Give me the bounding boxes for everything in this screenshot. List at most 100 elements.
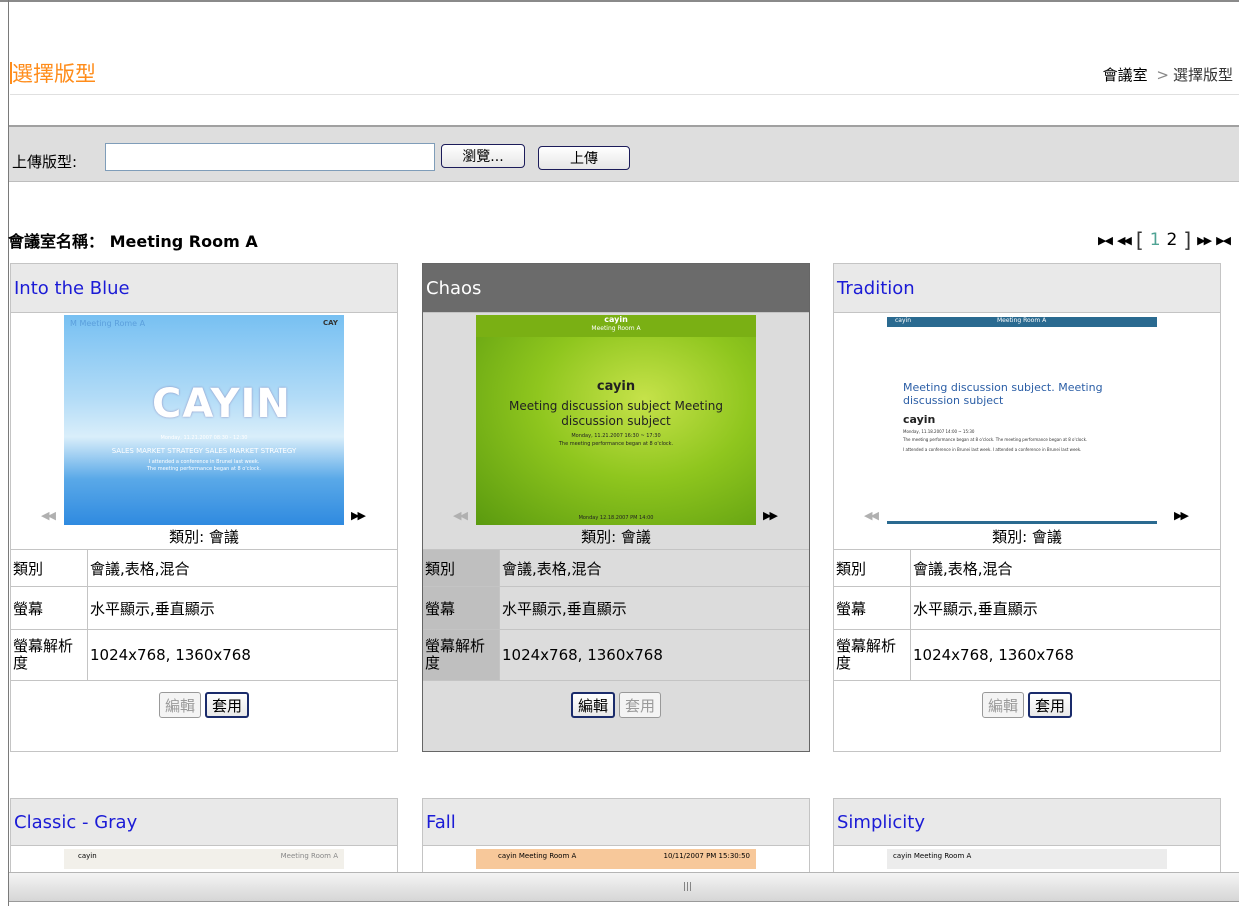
prev-preview-icon[interactable]: ◀◀ <box>41 509 56 522</box>
header-divider <box>10 94 1239 95</box>
spec-value: 會議,表格,混合 <box>87 549 397 587</box>
template-thumbnail: cayin Meeting Room A <box>887 849 1167 869</box>
browse-button[interactable]: 瀏覽... <box>441 144 525 168</box>
window-top-border <box>0 0 1239 2</box>
room-name: 會議室名稱： Meeting Room A <box>8 228 258 252</box>
edit-button[interactable]: 編輯 <box>158 692 201 718</box>
template-preview: M Meeting Rome A CAY CAYIN Monday, 11.21… <box>11 313 397 525</box>
template-card-tradition[interactable]: Tradition cayin Meeting Room A Meeting d… <box>833 263 1221 752</box>
spec-key: 螢幕解析度 <box>11 629 88 680</box>
page-2[interactable]: 2 <box>1167 230 1178 250</box>
thumb-logo: cayin <box>903 413 936 426</box>
page-1[interactable]: 1 <box>1150 230 1161 250</box>
horizontal-scrollbar[interactable]: ||| <box>9 872 1239 902</box>
thumb-header: Meeting Room A <box>591 325 641 332</box>
spec-table: 類別 會議,表格,混合 螢幕 水平顯示,垂直顯示 螢幕解析度 1024x768, 13… <box>423 549 809 680</box>
category-summary: 類別: 會議 <box>581 528 651 546</box>
spec-value: 水平顯示,垂直顯示 <box>87 586 397 630</box>
template-card-into-the-blue[interactable]: Into the Blue M Meeting Rome A CAY CAYIN… <box>10 263 398 752</box>
spec-value: 水平顯示,垂直顯示 <box>910 586 1220 630</box>
template-preview: cayin Meeting Room A Meeting discussion … <box>834 313 1220 525</box>
template-card-classic-gray[interactable]: Classic - Gray cayin Meeting Room A <box>10 798 398 872</box>
upload-button[interactable]: 上傳 <box>538 146 630 170</box>
spec-key: 螢幕解析度 <box>423 629 500 680</box>
thumb-date: Monday, 11.18.2007 14:00 ~ 15:30 <box>903 429 975 434</box>
template-thumbnail: M Meeting Rome A CAY CAYIN Monday, 11.21… <box>64 315 344 525</box>
pager: ▶◀ ◀◀ [ 1 2 ] ▶▶ ▶◀ <box>1098 228 1231 252</box>
thumb-footer: Monday 12.18.2007 PM 14:00 <box>578 515 654 521</box>
scrollbar-grip-icon[interactable]: ||| <box>683 882 692 892</box>
breadcrumb-separator: > <box>1156 66 1169 84</box>
breadcrumb-meeting-room[interactable]: 會議室 <box>1103 66 1148 84</box>
thumb-note: I attended a conference in Brunei last w… <box>148 459 260 465</box>
thumb-header: M Meeting Rome A <box>70 319 146 328</box>
thumb-note: The meeting performance began at 8 o'clo… <box>903 437 1088 442</box>
thumb-header: Meeting Room A <box>997 317 1047 324</box>
spec-key: 螢幕解析度 <box>834 629 911 680</box>
pager-close-bracket: ] <box>1183 228 1192 252</box>
thumb-bottom-bar <box>887 521 1157 524</box>
apply-button[interactable]: 套用 <box>205 692 250 718</box>
card-actions: 編輯 套用 <box>834 680 1220 729</box>
spec-key: 螢幕 <box>423 586 500 630</box>
next-preview-icon[interactable]: ▶▶ <box>1174 509 1189 522</box>
template-preview: cayin Meeting Room A cayin Meeting discu… <box>423 313 809 525</box>
template-thumbnail: cayin Meeting Room A Meeting discussion … <box>877 315 1157 525</box>
thumb-note: I attended a conference in Brunei last w… <box>903 447 1082 452</box>
spec-key: 類別 <box>11 549 88 587</box>
prev-page-icon[interactable]: ◀◀ <box>1117 234 1132 247</box>
thumb-logo: cayin <box>596 379 636 394</box>
upload-template-label: 上傳版型: <box>12 153 78 171</box>
template-card-fall[interactable]: Fall cayin Meeting Room A 10/11/2007 PM … <box>422 798 810 872</box>
thumb-subject: SALES MARKET STRATEGY SALES MARKET STRAT… <box>111 447 297 455</box>
breadcrumb-current: 選擇版型 <box>1172 66 1233 84</box>
spec-value: 水平顯示,垂直顯示 <box>499 586 809 630</box>
card-title[interactable]: Tradition <box>834 264 1220 313</box>
page-title: 選擇版型 <box>12 62 96 86</box>
template-thumbnail: cayin Meeting Room A <box>64 849 344 869</box>
upload-file-input[interactable] <box>105 143 435 171</box>
thumb-corner-logo: CAY <box>323 319 338 327</box>
prev-preview-icon[interactable]: ◀◀ <box>864 509 879 522</box>
breadcrumb: 會議室 > 選擇版型 <box>1103 64 1233 85</box>
apply-button[interactable]: 套用 <box>619 692 662 718</box>
edit-button[interactable]: 編輯 <box>570 692 615 718</box>
pager-open-bracket: [ <box>1135 228 1144 252</box>
spec-value: 1024x768, 1360x768 <box>910 629 1220 680</box>
spec-value: 1024x768, 1360x768 <box>499 629 809 680</box>
card-title[interactable]: Into the Blue <box>11 264 397 313</box>
thumb-note: The meeting performance began at 8 o'clo… <box>558 441 674 447</box>
apply-button[interactable]: 套用 <box>1028 692 1073 718</box>
category-summary: 類別: 會議 <box>992 528 1062 546</box>
category-summary: 類別: 會議 <box>169 528 239 546</box>
card-title[interactable]: Classic - Gray <box>11 799 397 846</box>
card-actions: 編輯 套用 <box>423 680 809 729</box>
spec-table: 類別 會議,表格,混合 螢幕 水平顯示,垂直顯示 螢幕解析度 1024x768, 13… <box>834 549 1220 680</box>
thumb-date: Monday, 11.21.2007 08:30 - 12:30 <box>160 435 248 441</box>
card-title[interactable]: Simplicity <box>834 799 1220 846</box>
template-thumbnail: cayin Meeting Room A 10/11/2007 PM 15:30… <box>476 849 756 869</box>
thumb-header: cayin <box>604 315 628 324</box>
thumb-subject: Meeting discussion subject. Meeting disc… <box>903 381 1103 407</box>
first-page-icon[interactable]: ▶◀ <box>1098 234 1113 247</box>
room-name-value: Meeting Room A <box>109 232 258 251</box>
template-card-simplicity[interactable]: Simplicity cayin Meeting Room A <box>833 798 1221 872</box>
next-preview-icon[interactable]: ▶▶ <box>763 509 778 522</box>
prev-preview-icon[interactable]: ◀◀ <box>453 509 468 522</box>
spec-key: 螢幕 <box>11 586 88 630</box>
template-thumbnail: cayin Meeting Room A cayin Meeting discu… <box>476 315 756 525</box>
thumb-note: The meeting performance began at 8 o'clo… <box>146 466 262 472</box>
spec-key: 類別 <box>834 549 911 587</box>
card-title[interactable]: Chaos <box>423 264 809 313</box>
thumb-subject: Meeting discussion subject Meeting discu… <box>509 399 723 428</box>
next-preview-icon[interactable]: ▶▶ <box>351 509 366 522</box>
spec-value: 1024x768, 1360x768 <box>87 629 397 680</box>
template-card-chaos[interactable]: Chaos cayin Meeting Room A cayin Meeting… <box>422 263 810 752</box>
edit-button[interactable]: 編輯 <box>981 692 1024 718</box>
last-page-icon[interactable]: ▶◀ <box>1216 234 1231 247</box>
spec-table: 類別 會議,表格,混合 螢幕 水平顯示,垂直顯示 螢幕解析度 1024x768, 13… <box>11 549 397 680</box>
upload-bar: 上傳版型: 瀏覽... 上傳 <box>9 125 1239 182</box>
thumb-logo: CAYIN <box>152 381 291 427</box>
card-title[interactable]: Fall <box>423 799 809 846</box>
next-page-icon[interactable]: ▶▶ <box>1197 234 1212 247</box>
